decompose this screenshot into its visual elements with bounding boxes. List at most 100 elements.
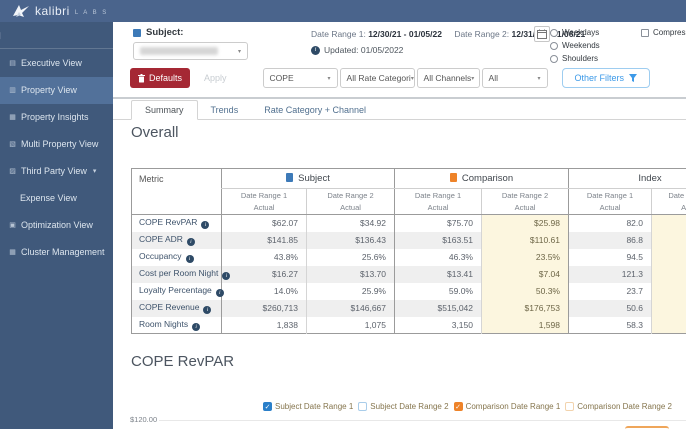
radio-weekends[interactable]: Weekends [550,39,600,52]
legend-comparison-dr2[interactable]: Comparison Date Range 2 [565,402,672,411]
all-select[interactable]: All ▾ [482,68,548,88]
index-group-header: Index [569,169,686,189]
info-icon[interactable]: i [201,221,209,229]
info-icon[interactable]: i [187,238,195,246]
table-cell [652,232,686,249]
subheader: Date Range 2Actual [482,189,569,215]
radio-icon [550,42,558,50]
radio-shoulders[interactable]: Shoulders [550,52,600,65]
sidebar-item-optimization-view[interactable]: ▣ Optimization View [0,212,113,239]
table-cell: 1,075 [307,317,395,334]
channels-select[interactable]: All Channels ▾ [417,68,480,88]
tab-summary[interactable]: Summary [131,100,198,120]
apply-button[interactable]: Apply [196,68,235,88]
legend-subject-dr2[interactable]: Subject Date Range 2 [358,402,448,411]
table-row: Occupancyi 43.8% 25.6% 46.3% 23.5% 94.5 [132,249,686,266]
table-cell: 121.3 [569,266,652,283]
table-cell: $16.27 [222,266,307,283]
metrics-table-wrap: Metric Subject Comparison Index Date Ran… [131,168,686,338]
executive-view-icon: ▤ [8,50,17,77]
updated-status: i Updated: 01/05/2022 [311,45,403,55]
chart-legend: ✓ Subject Date Range 1 Subject Date Rang… [263,402,672,411]
tab-bar: Summary Trends Rate Category + Channel [113,103,686,120]
checkbox-icon [641,29,649,37]
table-cell: 25.9% [307,283,395,300]
unchecked-checkbox-icon [565,402,574,411]
filter-funnel-icon [629,74,637,82]
metric-label: COPE ADR [139,234,183,244]
brand-logo: kalibri L A B S [10,3,108,19]
tab-rate-category-channel[interactable]: Rate Category + Channel [251,101,379,119]
legend-comparison-dr1[interactable]: ✓ Comparison Date Range 1 [454,402,561,411]
checked-checkbox-icon: ✓ [454,402,463,411]
table-cell [652,249,686,266]
metric-label: Occupancy [139,251,182,261]
table-row: COPE Revenuei $260,713 $146,667 $515,042… [132,300,686,317]
metric-column-header: Metric [132,169,222,215]
info-icon[interactable]: i [311,46,320,55]
sidebar-item-third-party-view[interactable]: ▨ Third Party View ▾ [0,158,113,185]
chevron-down-icon: ▾ [238,48,241,55]
subheader: Date Range 1Actual [395,189,482,215]
sidebar-collapsed-icon[interactable]: ▮ [0,30,8,40]
table-cell: 23.7 [569,283,652,300]
top-bar: kalibri L A B S [0,0,686,22]
subject-marker-icon [286,173,293,182]
radio-weekdays[interactable]: Weekdays [550,26,600,39]
table-cell: 82.0 [569,215,652,232]
other-filters-button[interactable]: Other Filters [562,68,651,88]
sidebar-item-multi-property-view[interactable]: ▧ Multi Property View [0,131,113,158]
compression-checkbox[interactable]: Compression [641,26,686,39]
info-icon[interactable]: i [186,255,194,263]
legend-subject-dr1[interactable]: ✓ Subject Date Range 1 [263,402,353,411]
trash-icon [138,74,145,83]
metric-type-select[interactable]: COPE ▾ [263,68,338,88]
info-icon[interactable]: i [203,306,211,314]
table-cell: $515,042 [395,300,482,317]
table-cell: $163.51 [395,232,482,249]
table-cell [652,266,686,283]
brand-suffix: L A B S [75,10,108,16]
table-cell: $260,713 [222,300,307,317]
subheader: Date Range 1Actual [222,189,307,215]
date-range-2-label: Date Range 2: [454,29,509,39]
sidebar-item-executive-view[interactable]: ▤ Executive View [0,50,113,77]
sidebar-item-property-view[interactable]: ▥ Property View [0,77,113,104]
info-icon[interactable]: i [216,289,224,297]
table-cell: 14.0% [222,283,307,300]
overall-heading: Overall [131,124,179,141]
defaults-button[interactable]: Defaults [130,68,190,88]
table-cell: 94.5 [569,249,652,266]
table-cell: $75.70 [395,215,482,232]
subheader: Date Range 1Actual [569,189,652,215]
main-content: Subject: ▾ Date Range 1: 12/30/21 - 01/0… [113,22,686,429]
subheader: Date Range 2Actual [652,189,686,215]
sidebar: ▮ ▤ Executive View ▥ Property View ▦ Pro… [0,22,113,429]
multi-property-view-icon: ▧ [8,131,17,158]
sidebar-item-expense-view[interactable]: Expense View [0,185,113,212]
day-type-radios: Weekdays Weekends Shoulders [550,26,600,65]
sidebar-item-cluster-management[interactable]: ▦ Cluster Management [0,239,113,266]
subject-select[interactable]: ▾ [133,42,248,60]
info-icon[interactable]: i [192,323,200,331]
table-cell: $146,667 [307,300,395,317]
tab-trends[interactable]: Trends [198,101,252,119]
metric-label: Room Nights [139,319,188,329]
property-insights-icon: ▦ [8,104,17,131]
subject-value-redacted [140,47,218,55]
subject-label: Subject: [133,27,183,38]
table-cell: 25.6% [307,249,395,266]
chevron-down-icon: ▾ [411,75,414,82]
table-cell: 59.0% [395,283,482,300]
sidebar-item-property-insights[interactable]: ▦ Property Insights [0,104,113,131]
table-cell [652,300,686,317]
filter-bar: Defaults Apply COPE ▾ All Rate Categori … [130,68,650,88]
rate-category-select[interactable]: All Rate Categori ▾ [340,68,415,88]
metrics-table: Metric Subject Comparison Index Date Ran… [131,168,686,334]
chevron-down-icon: ▾ [93,158,97,185]
subheader: Date Range 2Actual [307,189,395,215]
table-cell: $176,753 [482,300,569,317]
third-party-view-icon: ▨ [8,158,17,185]
chevron-down-icon: ▾ [538,75,541,82]
calendar-button[interactable] [534,26,550,42]
